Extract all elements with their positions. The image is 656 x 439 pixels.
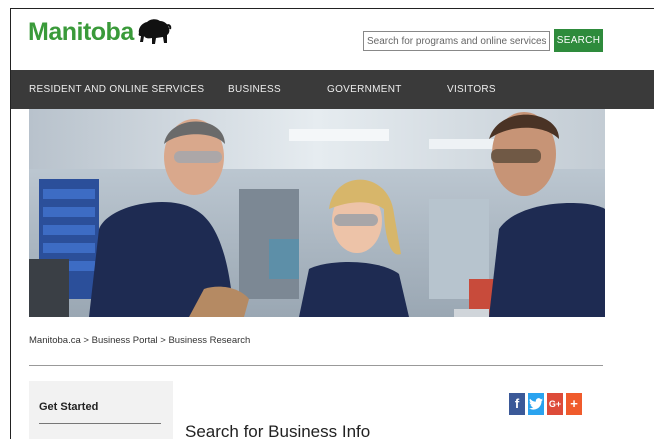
search-input[interactable]: [363, 31, 550, 51]
share-plus-icon[interactable]: +: [566, 393, 582, 415]
bison-icon: [138, 19, 171, 44]
page-title: Search for Business Info: [185, 422, 371, 439]
site-header: Manitoba SEARCH: [11, 9, 654, 70]
main-nav: RESIDENT AND ONLINE SERVICES BUSINESS GO…: [11, 70, 654, 109]
social-share-bar: f G+ +: [509, 393, 582, 415]
breadcrumb-separator: >: [160, 335, 166, 346]
divider: [29, 365, 603, 366]
breadcrumb-current: Business Research: [168, 335, 251, 346]
workshop-photo: [29, 109, 605, 317]
sidebar: Get Started: [29, 381, 173, 439]
logo-text: Manitoba: [28, 17, 134, 46]
breadcrumb-link-business-portal[interactable]: Business Portal: [92, 335, 158, 346]
nav-item-visitors[interactable]: VISITORS: [447, 70, 496, 109]
twitter-bird-icon: [529, 398, 543, 410]
twitter-icon[interactable]: [528, 393, 544, 415]
sidebar-title[interactable]: Get Started: [39, 401, 98, 413]
nav-item-business[interactable]: BUSINESS: [228, 70, 281, 109]
hero-image: [29, 109, 605, 317]
googleplus-icon[interactable]: G+: [547, 393, 563, 415]
sidebar-divider: [39, 423, 161, 424]
nav-item-resident-services[interactable]: RESIDENT AND ONLINE SERVICES: [29, 70, 204, 109]
facebook-icon[interactable]: f: [509, 393, 525, 415]
breadcrumb-separator: >: [83, 335, 89, 346]
search-button[interactable]: SEARCH: [554, 29, 603, 52]
nav-item-government[interactable]: GOVERNMENT: [327, 70, 402, 109]
breadcrumb: Manitoba.ca > Business Portal > Business…: [29, 335, 250, 346]
breadcrumb-link-manitoba[interactable]: Manitoba.ca: [29, 335, 81, 346]
site-logo[interactable]: Manitoba: [28, 17, 172, 47]
page-frame: Manitoba SEARCH RESIDENT AND ONLINE SERV…: [10, 8, 654, 439]
